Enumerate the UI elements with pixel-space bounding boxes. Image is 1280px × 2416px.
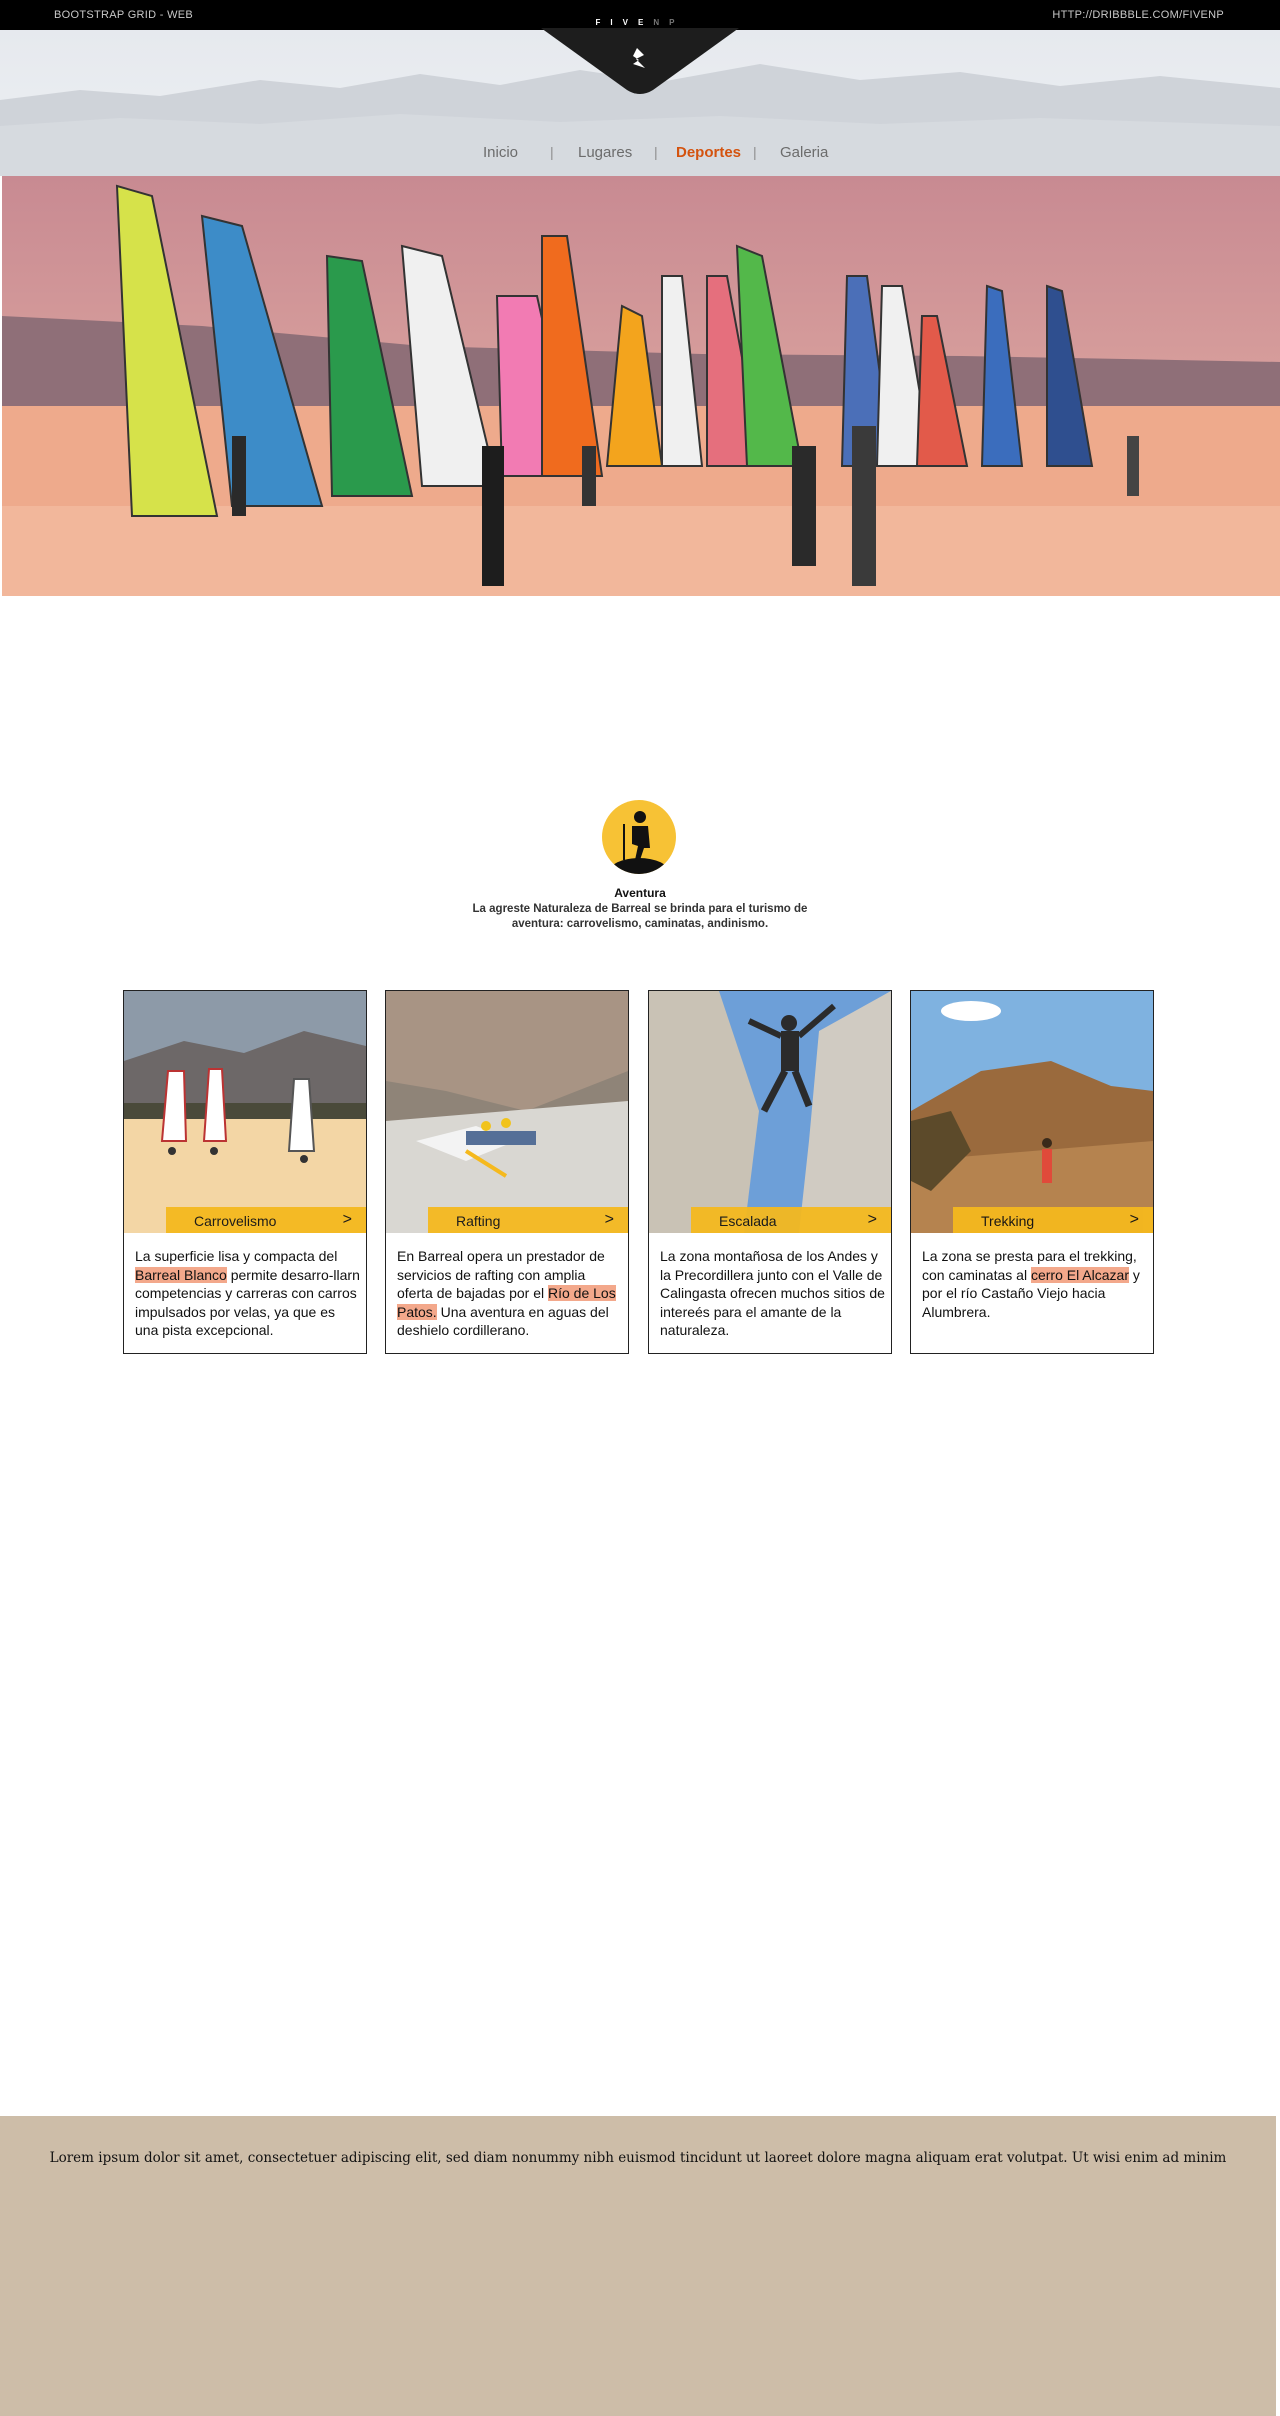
activity-card-trekking[interactable]: Trekking > La zona se presta para el tre… (910, 990, 1154, 1354)
dribbble-link[interactable]: HTTP://DRIBBBLE.COM/FIVENP (1052, 9, 1224, 21)
nav-separator: | (753, 144, 757, 160)
card-description: La zona montañosa de los Andes y la Prec… (660, 1248, 885, 1338)
card-description: En Barreal opera un prestador de servici… (397, 1248, 616, 1338)
intro-title: Aventura (614, 886, 666, 900)
card-title: Trekking (981, 1213, 1035, 1229)
carrovelismo-photo (124, 991, 366, 1233)
trekking-photo (911, 991, 1153, 1233)
top-bar: BOOTSTRAP GRID - WEB FIVENP HTTP://DRIBB… (0, 0, 1280, 30)
footer: Lorem ipsum dolor sit amet, consectetuer… (0, 2116, 1276, 2416)
nav-item-lugares[interactable]: Lugares (578, 144, 632, 161)
highlighted-place: cerro El Alcazar (1030, 1266, 1129, 1283)
card-title: Carrovelismo (194, 1213, 277, 1229)
card-label-bar[interactable]: Trekking > (953, 1207, 1153, 1233)
chevron-right-icon[interactable]: > (343, 1211, 352, 1229)
activity-card-escalada[interactable]: Escalada > La zona montañosa de los Ande… (648, 990, 892, 1354)
highlighted-place: Barreal Blanco (135, 1266, 227, 1283)
nav-separator: | (654, 144, 658, 160)
nav-item-inicio[interactable]: Inicio (483, 144, 518, 161)
nav-separator: | (550, 144, 554, 160)
logo-badge[interactable] (541, 28, 739, 94)
hero-image-sail-carts (2, 176, 1280, 596)
card-description: La zona se presta para el trekking, con … (922, 1248, 1140, 1320)
chevron-right-icon[interactable]: > (1130, 1211, 1139, 1229)
main-nav: Inicio | Lugares | Deportes | Galeria (0, 144, 1280, 168)
activity-card-rafting[interactable]: Rafting > En Barreal opera un prestador … (385, 990, 629, 1354)
activity-card-carrovelismo[interactable]: Carrovelismo > La superficie lisa y comp… (123, 990, 367, 1354)
chevron-right-icon[interactable]: > (605, 1211, 614, 1229)
card-label-bar[interactable]: Carrovelismo > (166, 1207, 366, 1233)
nav-item-galeria[interactable]: Galeria (780, 144, 828, 161)
grid-caption: BOOTSTRAP GRID - WEB (54, 9, 194, 21)
chevron-right-icon[interactable]: > (868, 1211, 877, 1229)
rafting-photo (386, 991, 628, 1233)
escalada-photo (649, 991, 891, 1233)
card-title: Escalada (719, 1213, 777, 1229)
hiker-silhouette-icon (602, 800, 676, 874)
card-title: Rafting (456, 1213, 501, 1229)
card-label-bar[interactable]: Escalada > (691, 1207, 891, 1233)
logo-wordmark: FIVENP (595, 18, 685, 27)
intro-description: La agreste Naturaleza de Barreal se brin… (472, 903, 808, 930)
nav-item-deportes[interactable]: Deportes (676, 144, 741, 161)
footer-text: Lorem ipsum dolor sit amet, consectetuer… (49, 2150, 1227, 2166)
card-description: La superficie lisa y compacta del Barrea… (135, 1248, 360, 1338)
card-label-bar[interactable]: Rafting > (428, 1207, 628, 1233)
